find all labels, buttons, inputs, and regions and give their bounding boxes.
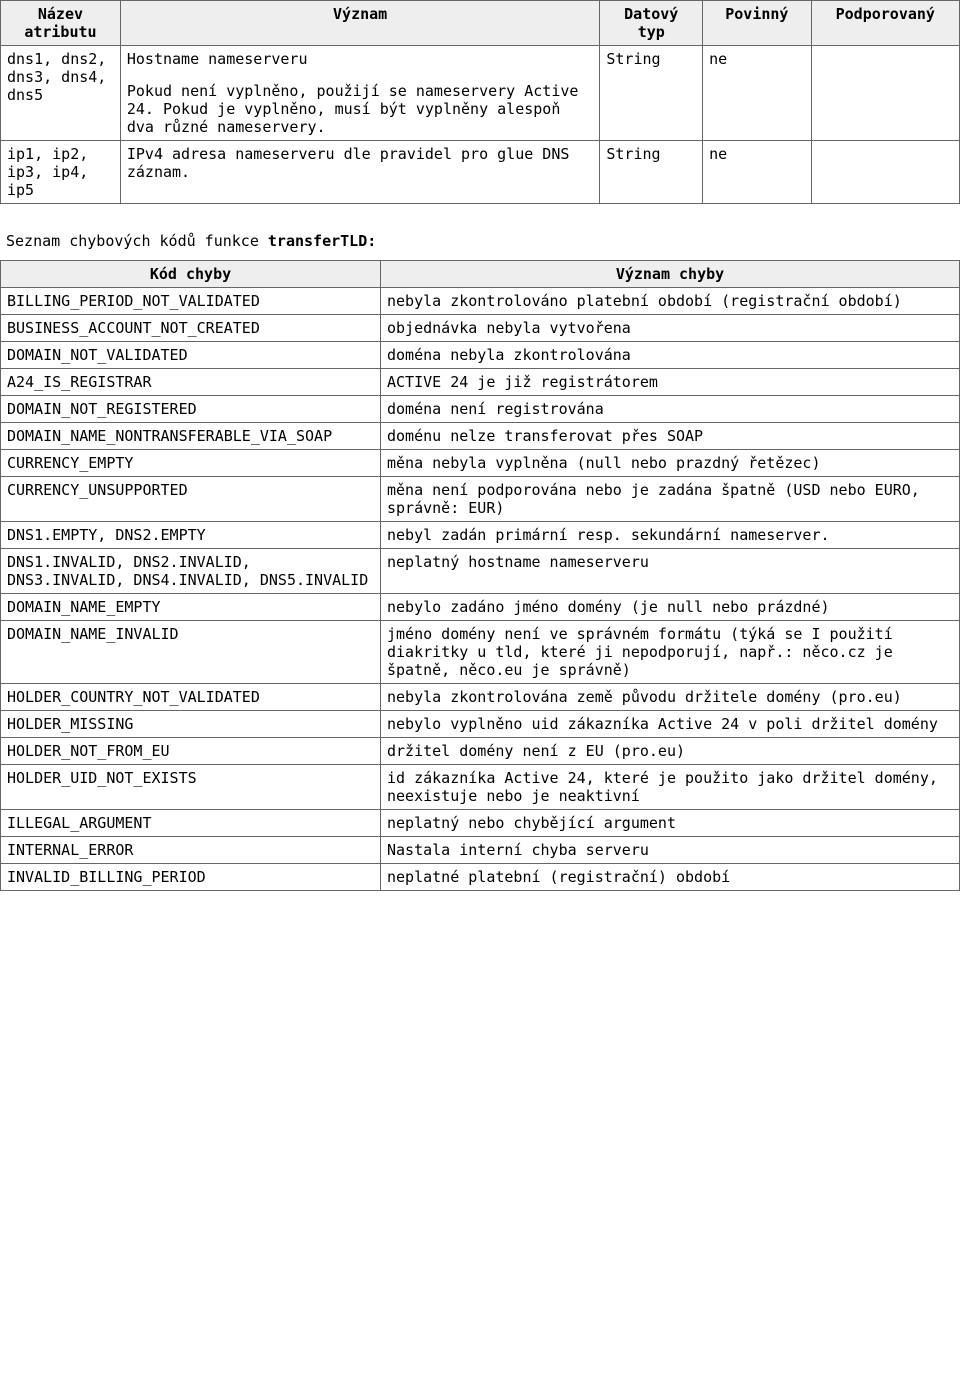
error-code: DOMAIN_NAME_EMPTY [1,594,381,621]
error-code: DOMAIN_NAME_NONTRANSFERABLE_VIA_SOAP [1,423,381,450]
error-meaning: jméno domény není ve správném formátu (t… [381,621,960,684]
error-meaning: nebyla zkontrolována země původu držitel… [381,684,960,711]
table-row: HOLDER_UID_NOT_EXISTSid zákazníka Active… [1,765,960,810]
error-code: HOLDER_COUNTRY_NOT_VALIDATED [1,684,381,711]
table-row: HOLDER_MISSINGnebylo vyplněno uid zákazn… [1,711,960,738]
error-meaning: nebylo vyplněno uid zákazníka Active 24 … [381,711,960,738]
error-code: INTERNAL_ERROR [1,837,381,864]
error-code: DOMAIN_NAME_INVALID [1,621,381,684]
table-row: A24_IS_REGISTRARACTIVE 24 je již registr… [1,369,960,396]
error-meaning: doménu nelze transferovat přes SOAP [381,423,960,450]
error-code: DNS1.INVALID, DNS2.INVALID, DNS3.INVALID… [1,549,381,594]
table-row: DOMAIN_NAME_NONTRANSFERABLE_VIA_SOAPdomé… [1,423,960,450]
error-meaning: nebyl zadán primární resp. sekundární na… [381,522,960,549]
col-header-code: Kód chyby [1,261,381,288]
heading-bold: transferTLD: [268,232,376,250]
attr-supported [811,141,959,204]
attr-meaning-p1: Hostname nameserveru [127,50,594,68]
table-row: DNS1.EMPTY, DNS2.EMPTYnebyl zadán primár… [1,522,960,549]
error-code: INVALID_BILLING_PERIOD [1,864,381,891]
attributes-table: Název atributu Význam Datový typ Povinný… [0,0,960,204]
col-header-required: Povinný [703,1,811,46]
error-meaning: nebylo zadáno jméno domény (je null nebo… [381,594,960,621]
attr-meaning: IPv4 adresa nameserveru dle pravidel pro… [120,141,600,204]
table-header-row: Kód chyby Význam chyby [1,261,960,288]
table-row: INTERNAL_ERRORNastala interní chyba serv… [1,837,960,864]
error-meaning: ACTIVE 24 je již registrátorem [381,369,960,396]
attr-name: dns1, dns2, dns3, dns4, dns5 [1,46,121,141]
table-row: CURRENCY_UNSUPPORTEDměna není podporován… [1,477,960,522]
error-meaning: neplatný hostname nameserveru [381,549,960,594]
error-meaning: Nastala interní chyba serveru [381,837,960,864]
col-header-supported: Podporovaný [811,1,959,46]
table-row: dns1, dns2, dns3, dns4, dns5 Hostname na… [1,46,960,141]
attr-meaning-p2: Pokud není vyplněno, použijí se nameserv… [127,82,594,136]
error-code: HOLDER_UID_NOT_EXISTS [1,765,381,810]
attr-required: ne [703,46,811,141]
error-meaning: objednávka nebyla vytvořena [381,315,960,342]
table-row: BUSINESS_ACCOUNT_NOT_CREATEDobjednávka n… [1,315,960,342]
table-row: DOMAIN_NOT_VALIDATEDdoména nebyla zkontr… [1,342,960,369]
attr-supported [811,46,959,141]
table-row: DOMAIN_NOT_REGISTEREDdoména není registr… [1,396,960,423]
table-row: HOLDER_NOT_FROM_EUdržitel domény není z … [1,738,960,765]
error-code: DOMAIN_NOT_REGISTERED [1,396,381,423]
error-code: HOLDER_MISSING [1,711,381,738]
error-meaning: neplatné platební (registrační) období [381,864,960,891]
attr-dtype: String [600,46,703,141]
table-row: DNS1.INVALID, DNS2.INVALID, DNS3.INVALID… [1,549,960,594]
error-meaning: držitel domény není z EU (pro.eu) [381,738,960,765]
error-meaning: nebyla zkontrolováno platební období (re… [381,288,960,315]
attr-name: ip1, ip2, ip3, ip4, ip5 [1,141,121,204]
error-code: A24_IS_REGISTRAR [1,369,381,396]
error-code: DOMAIN_NOT_VALIDATED [1,342,381,369]
error-code: BUSINESS_ACCOUNT_NOT_CREATED [1,315,381,342]
error-codes-table: Kód chyby Význam chyby BILLING_PERIOD_NO… [0,260,960,891]
table-row: ILLEGAL_ARGUMENTneplatný nebo chybějící … [1,810,960,837]
error-code: HOLDER_NOT_FROM_EU [1,738,381,765]
table-row: ip1, ip2, ip3, ip4, ip5 IPv4 adresa name… [1,141,960,204]
error-code: DNS1.EMPTY, DNS2.EMPTY [1,522,381,549]
error-code: BILLING_PERIOD_NOT_VALIDATED [1,288,381,315]
error-code: CURRENCY_UNSUPPORTED [1,477,381,522]
error-meaning: měna není podporována nebo je zadána špa… [381,477,960,522]
table-row: INVALID_BILLING_PERIODneplatné platební … [1,864,960,891]
table-row: BILLING_PERIOD_NOT_VALIDATEDnebyla zkont… [1,288,960,315]
col-header-meaning: Význam chyby [381,261,960,288]
error-code: ILLEGAL_ARGUMENT [1,810,381,837]
heading-prefix: Seznam chybových kódů funkce [6,232,268,250]
attr-dtype: String [600,141,703,204]
error-meaning: id zákazníka Active 24, které je použito… [381,765,960,810]
table-row: DOMAIN_NAME_EMPTYnebylo zadáno jméno dom… [1,594,960,621]
error-codes-heading: Seznam chybových kódů funkce transferTLD… [6,232,960,250]
error-meaning: neplatný nebo chybějící argument [381,810,960,837]
table-row: CURRENCY_EMPTYměna nebyla vyplněna (null… [1,450,960,477]
table-row: HOLDER_COUNTRY_NOT_VALIDATEDnebyla zkont… [1,684,960,711]
col-header-dtype: Datový typ [600,1,703,46]
error-code: CURRENCY_EMPTY [1,450,381,477]
col-header-name: Název atributu [1,1,121,46]
error-meaning: měna nebyla vyplněna (null nebo prazdný … [381,450,960,477]
error-meaning: doména není registrována [381,396,960,423]
attr-meaning: Hostname nameserveru Pokud není vyplněno… [120,46,600,141]
table-row: DOMAIN_NAME_INVALIDjméno domény není ve … [1,621,960,684]
attr-required: ne [703,141,811,204]
col-header-meaning: Význam [120,1,600,46]
attr-meaning-p1: IPv4 adresa nameserveru dle pravidel pro… [127,145,594,181]
table-header-row: Název atributu Význam Datový typ Povinný… [1,1,960,46]
error-meaning: doména nebyla zkontrolována [381,342,960,369]
